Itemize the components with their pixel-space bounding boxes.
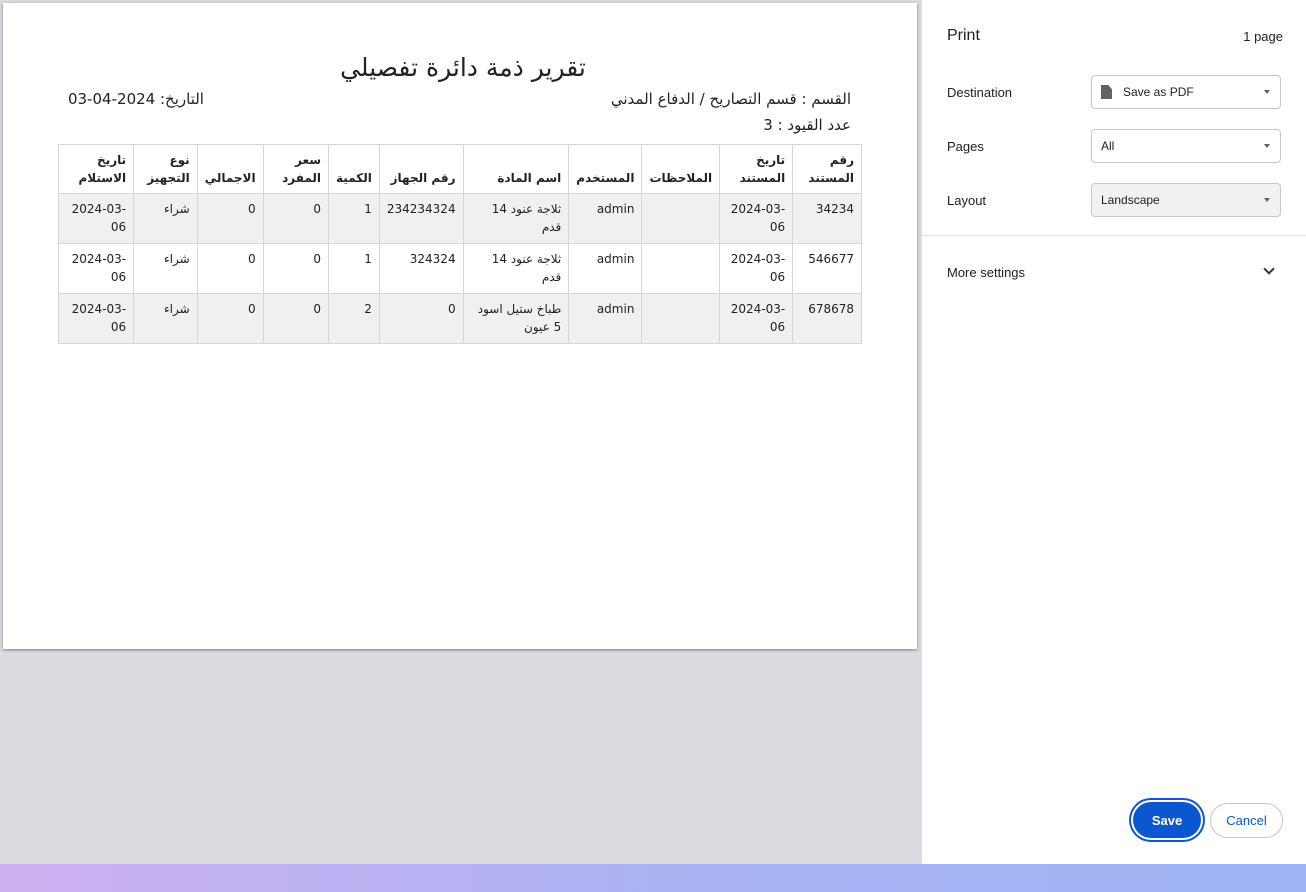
pages-value: All [1101, 139, 1115, 153]
table-header-cell: رقم المستند [792, 144, 862, 194]
table-header-cell: نوع التجهيز [133, 144, 198, 194]
table-cell: 0 [378, 293, 464, 344]
table-cell: ثلاجة عنود 14 قدم [462, 193, 570, 244]
dropdown-arrow-icon [1264, 144, 1270, 148]
table-cell: 0 [262, 193, 330, 244]
report-date: التاريخ: 2024-04-03 [68, 90, 204, 108]
panel-divider [922, 235, 1306, 236]
table-cell: 1 [328, 193, 380, 244]
table-header-cell: المستخدم [568, 144, 643, 194]
destination-label: Destination [947, 85, 1013, 100]
table-cell: admin [568, 293, 643, 344]
table-cell: 0 [196, 293, 264, 344]
report-record-count: عدد القيود : 3 [763, 116, 851, 134]
table-cell: 234234324 [378, 193, 464, 244]
table-cell: 2024-03-06 [719, 193, 794, 244]
table-cell: شراء [133, 243, 198, 294]
table-header-cell: الكمية [328, 144, 380, 194]
layout-select[interactable]: Landscape [1091, 183, 1281, 217]
dropdown-arrow-icon [1264, 90, 1270, 94]
table-header-cell: تاريخ الاستلام [57, 144, 135, 194]
table-header-cell: الاجمالي [196, 144, 264, 194]
chevron-down-icon[interactable] [1263, 263, 1275, 275]
table-cell: 2 [328, 293, 380, 344]
pages-select[interactable]: All [1091, 129, 1281, 163]
table-header-cell: رقم الجهاز [378, 144, 464, 194]
table-cell: 2024-03-06 [57, 243, 135, 294]
report-department: القسم : قسم التصاريح / الدفاع المدني [610, 90, 851, 108]
table-cell: 2024-03-06 [719, 243, 794, 294]
layout-label: Layout [947, 193, 987, 208]
table-cell: 678678 [792, 293, 862, 344]
destination-value: Save as PDF [1123, 85, 1194, 99]
table-cell: 34234 [792, 193, 862, 244]
table-cell: 546677 [792, 243, 862, 294]
cancel-button[interactable]: Cancel [1210, 803, 1283, 838]
table-header-cell: اسم المادة [462, 144, 570, 194]
dropdown-arrow-icon [1264, 198, 1270, 202]
table-row: 678678 2024-03-06 admin طباخ ستيل اسود 5 عي… [57, 293, 862, 344]
table-cell: admin [568, 243, 643, 294]
preview-page: تقرير ذمة دائرة تفصيلي التاريخ: 2024-04-… [3, 3, 917, 649]
table-cell: 324324 [378, 243, 464, 294]
layout-value: Landscape [1101, 193, 1160, 207]
print-title: Print [947, 27, 980, 44]
table-cell: admin [568, 193, 643, 244]
table-cell: 0 [196, 243, 264, 294]
table-cell: 0 [262, 293, 330, 344]
save-button[interactable]: Save [1133, 802, 1201, 838]
table-row: 34234 2024-03-06 admin ثلاجة عنود 14 قدم 234… [57, 193, 862, 244]
destination-select[interactable]: Save as PDF [1091, 75, 1281, 109]
page-count: 1 page [1243, 29, 1283, 44]
report-table: رقم المستند تاريخ المستند الملاحظات المستخد… [57, 144, 862, 344]
table-cell [641, 293, 721, 344]
table-cell: 1 [328, 243, 380, 294]
table-cell: طباخ ستيل اسود 5 عيون [462, 293, 570, 344]
table-cell: 0 [196, 193, 264, 244]
table-header-cell: الملاحظات [641, 144, 721, 194]
table-cell [641, 193, 721, 244]
table-cell: 0 [262, 243, 330, 294]
table-cell: 2024-03-06 [719, 293, 794, 344]
table-header-row: رقم المستند تاريخ المستند الملاحظات المستخد… [57, 144, 862, 194]
table-cell: شراء [133, 293, 198, 344]
table-cell: 2024-03-06 [57, 293, 135, 344]
table-cell: 2024-03-06 [57, 193, 135, 244]
print-settings-panel: Print 1 page Destination Save as PDF Pag… [922, 0, 1306, 864]
table-cell: شراء [133, 193, 198, 244]
table-row: 546677 2024-03-06 admin ثلاجة عنود 14 قدم 32… [57, 243, 862, 294]
taskbar [0, 864, 1306, 892]
table-header-cell: تاريخ المستند [719, 144, 794, 194]
print-preview-area: تقرير ذمة دائرة تفصيلي التاريخ: 2024-04-… [0, 0, 922, 864]
pdf-file-icon [1101, 85, 1112, 99]
table-body: 34234 2024-03-06 admin ثلاجة عنود 14 قدم 234… [57, 193, 862, 344]
more-settings-toggle[interactable]: More settings [947, 265, 1025, 280]
pages-label: Pages [947, 139, 984, 154]
table-header-cell: سعر المفرد [262, 144, 330, 194]
table-cell: ثلاجة عنود 14 قدم [462, 243, 570, 294]
table-cell [641, 243, 721, 294]
report-title: تقرير ذمة دائرة تفصيلي [340, 53, 586, 82]
